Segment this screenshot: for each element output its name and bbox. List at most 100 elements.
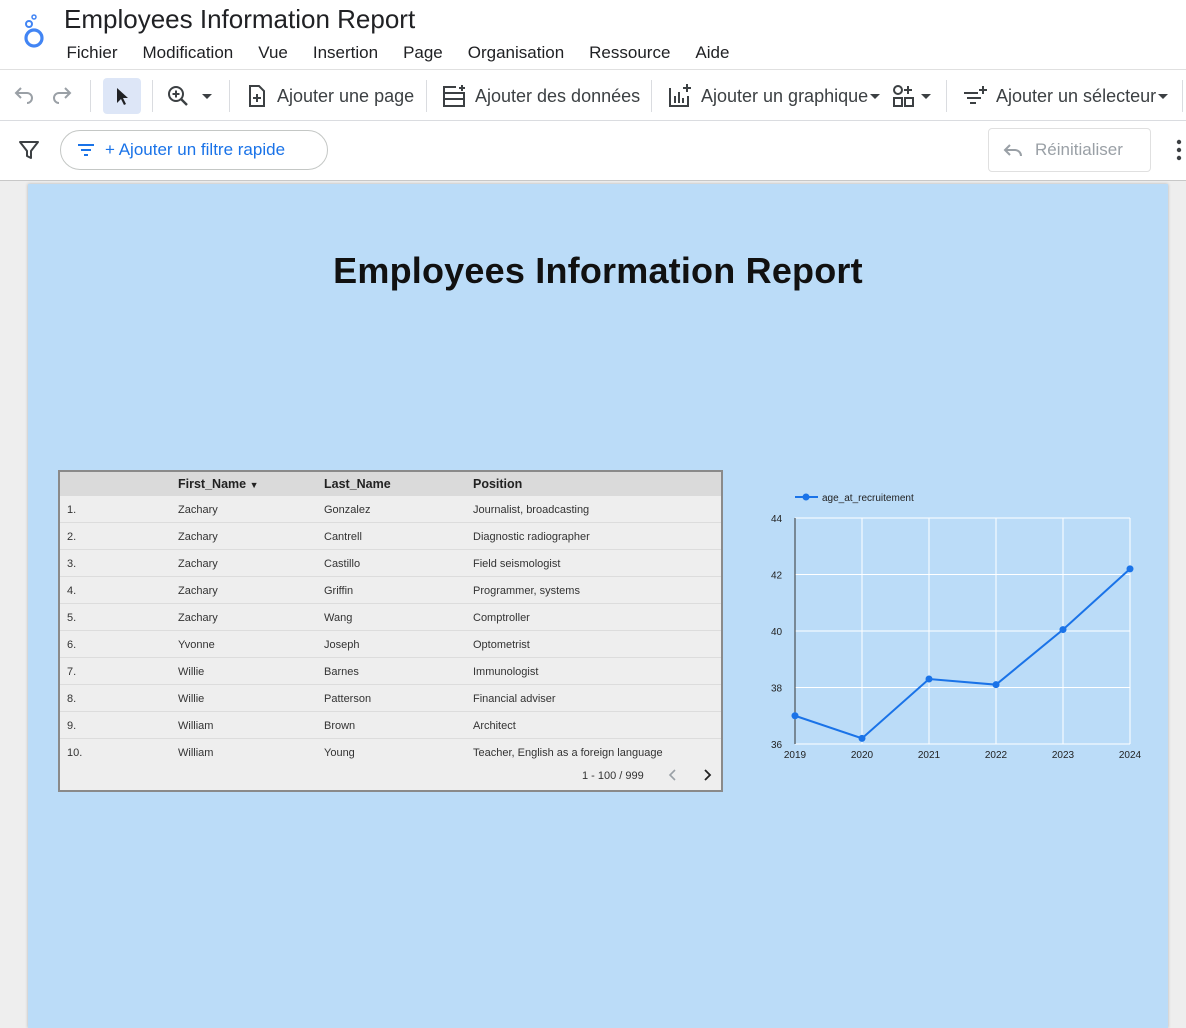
add-page-label: Ajouter une page xyxy=(277,85,415,106)
add-chart-icon xyxy=(669,84,691,107)
filter-list-icon xyxy=(78,144,94,156)
zoom-button[interactable] xyxy=(166,78,216,114)
menu-bar: Fichier Modification Vue Insertion Page … xyxy=(54,42,742,64)
add-quick-filter-button[interactable]: + Ajouter un filtre rapide xyxy=(60,130,328,170)
looker-studio-logo-icon[interactable] xyxy=(18,12,48,50)
undo-icon xyxy=(14,87,33,104)
cell-last-name: Griffin xyxy=(324,585,354,597)
cell-first-name: Zachary xyxy=(178,531,218,543)
filter-bar: + Ajouter un filtre rapide Réinitialiser xyxy=(0,121,1186,181)
data-point xyxy=(992,681,1000,689)
cell-first-name: Zachary xyxy=(178,504,218,516)
table-row[interactable]: 9. William Brown Architect xyxy=(60,712,721,739)
cell-position: Architect xyxy=(473,720,516,732)
cursor-arrow-icon xyxy=(117,88,128,105)
pagination-range: 1 - 100 / 999 xyxy=(582,770,644,782)
previous-page-icon[interactable] xyxy=(668,768,678,785)
redo-icon xyxy=(53,87,72,104)
row-number: 3. xyxy=(67,558,77,570)
toolbar-divider xyxy=(426,80,427,112)
cell-last-name: Castillo xyxy=(324,558,361,570)
sort-descending-icon: ▼ xyxy=(249,480,259,490)
table-row[interactable]: 4. Zachary Griffin Programmer, systems xyxy=(60,577,721,604)
cell-last-name: Wang xyxy=(324,612,353,624)
row-number: 1. xyxy=(67,504,77,516)
cell-position: Optometrist xyxy=(473,639,530,651)
cell-first-name: Zachary xyxy=(178,585,218,597)
add-selector-button[interactable]: Ajouter un sélecteur xyxy=(962,78,1170,114)
add-chart-button[interactable]: Ajouter un graphique xyxy=(667,78,882,114)
cell-first-name: Willie xyxy=(178,693,205,705)
table-row[interactable]: 1. Zachary Gonzalez Journalist, broadcas… xyxy=(60,496,721,523)
menu-modification[interactable]: Modification xyxy=(130,42,246,64)
add-data-button[interactable]: Ajouter des données xyxy=(442,78,640,114)
employees-table[interactable]: First_Name ▼ Last_Name Position 1. Zacha… xyxy=(58,470,723,792)
age-line-chart[interactable]: 36 38 40 42 44 2019 2020 2021 2022 2023 2024 age_a… xyxy=(755,482,1155,782)
add-selector-icon xyxy=(964,86,987,104)
select-tool-button[interactable] xyxy=(103,78,141,114)
menu-ressource[interactable]: Ressource xyxy=(577,42,683,64)
x-tick-label: 2019 xyxy=(784,750,807,761)
table-row[interactable]: 6. Yvonne Joseph Optometrist xyxy=(60,631,721,658)
cell-last-name: Brown xyxy=(324,720,356,732)
redo-button[interactable] xyxy=(50,78,74,114)
add-quick-filter-label: + Ajouter un filtre rapide xyxy=(105,140,286,159)
column-header-last-name[interactable]: Last_Name xyxy=(324,477,391,491)
table-row[interactable]: 7. Willie Barnes Immunologist xyxy=(60,658,721,685)
x-tick-label: 2021 xyxy=(918,750,941,761)
row-number: 10. xyxy=(67,747,83,759)
legend-point-swatch xyxy=(802,493,810,501)
cell-position: Comptroller xyxy=(473,612,530,624)
filter-funnel-icon[interactable] xyxy=(18,139,40,166)
cell-position: Financial adviser xyxy=(473,693,556,705)
menu-page[interactable]: Page xyxy=(391,42,456,64)
column-header-position[interactable]: Position xyxy=(473,477,522,491)
table-row[interactable]: 3. Zachary Castillo Field seismologist xyxy=(60,550,721,577)
report-title[interactable]: Employees Information Report xyxy=(28,250,1168,292)
menu-organisation[interactable]: Organisation xyxy=(455,42,576,64)
add-page-icon xyxy=(249,85,265,107)
add-component-icon xyxy=(893,85,931,107)
cell-first-name: Zachary xyxy=(178,558,218,570)
data-point xyxy=(1126,565,1134,573)
series-line xyxy=(794,568,1131,740)
report-page[interactable]: Employees Information Report First_Name … xyxy=(28,184,1168,1028)
y-tick-label: 44 xyxy=(771,514,783,525)
x-tick-label: 2022 xyxy=(985,750,1008,761)
cell-position: Field seismologist xyxy=(473,558,561,570)
cell-position: Programmer, systems xyxy=(473,585,580,597)
menu-vue[interactable]: Vue xyxy=(246,42,301,64)
add-page-button[interactable]: Ajouter une page xyxy=(245,78,414,114)
column-header-first-name[interactable]: First_Name ▼ xyxy=(178,477,259,491)
toolbar-divider xyxy=(651,80,652,112)
menu-aide[interactable]: Aide xyxy=(683,42,742,64)
y-tick-label: 40 xyxy=(771,627,783,638)
row-number: 2. xyxy=(67,531,77,543)
undo-button[interactable] xyxy=(12,78,36,114)
add-chart-label: Ajouter un graphique xyxy=(701,85,869,106)
reset-button[interactable]: Réinitialiser xyxy=(988,128,1151,172)
y-tick-label: 42 xyxy=(771,571,783,582)
document-title[interactable]: Employees Information Report xyxy=(64,4,415,35)
table-row[interactable]: 2. Zachary Cantrell Diagnostic radiograp… xyxy=(60,523,721,550)
cell-position: Immunologist xyxy=(473,666,539,678)
cell-position: Diagnostic radiographer xyxy=(473,531,590,543)
toolbar-divider xyxy=(229,80,230,112)
add-component-button[interactable] xyxy=(892,78,934,114)
row-number: 9. xyxy=(67,720,77,732)
menu-fichier[interactable]: Fichier xyxy=(54,42,130,64)
cell-first-name: Zachary xyxy=(178,612,218,624)
table-row[interactable]: 10. William Young Teacher, English as a … xyxy=(60,739,721,766)
reset-label: Réinitialiser xyxy=(1035,140,1123,159)
row-number: 6. xyxy=(67,639,77,651)
row-number: 7. xyxy=(67,666,77,678)
cell-first-name: William xyxy=(178,720,214,732)
table-row[interactable]: 5. Zachary Wang Comptroller xyxy=(60,604,721,631)
next-page-icon[interactable] xyxy=(702,768,712,785)
more-options-icon[interactable] xyxy=(1175,139,1183,166)
table-row[interactable]: 8. Willie Patterson Financial adviser xyxy=(60,685,721,712)
add-data-icon xyxy=(443,84,468,107)
menu-insertion[interactable]: Insertion xyxy=(300,42,390,64)
chevron-down-icon xyxy=(870,94,881,99)
row-number: 5. xyxy=(67,612,77,624)
